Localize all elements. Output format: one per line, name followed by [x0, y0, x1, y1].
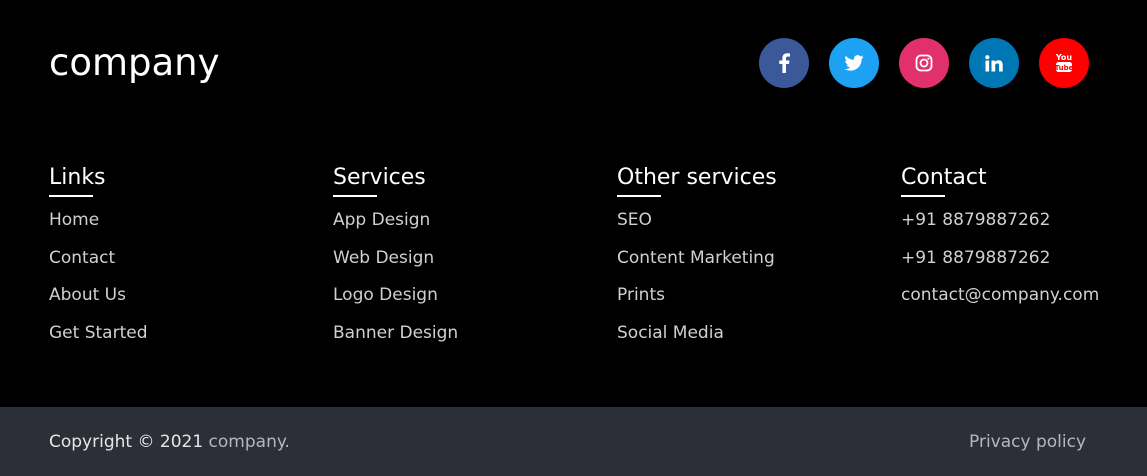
column-services: Services App Design Web Design Logo Desi…	[333, 164, 458, 360]
column-title: Contact	[901, 165, 987, 190]
column-title: Services	[333, 165, 426, 190]
contact-email[interactable]: contact@company.com	[901, 285, 1099, 305]
link-social-media[interactable]: Social Media	[617, 323, 724, 343]
title-underline	[333, 195, 377, 197]
link-web-design[interactable]: Web Design	[333, 248, 434, 268]
title-underline	[617, 195, 661, 197]
svg-text:Tube: Tube	[1055, 64, 1073, 72]
contact-phone-1[interactable]: +91 8879887262	[901, 210, 1050, 230]
brand-logo[interactable]: company	[49, 38, 220, 88]
title-underline	[49, 195, 93, 197]
column-other-services: Other services SEO Content Marketing Pri…	[617, 164, 777, 360]
link-contact[interactable]: Contact	[49, 248, 115, 268]
contact-phone-2[interactable]: +91 8879887262	[901, 248, 1050, 268]
link-logo-design[interactable]: Logo Design	[333, 285, 438, 305]
privacy-policy-link[interactable]: Privacy policy	[969, 432, 1086, 452]
footer-top: company You Tube Links Home Contact Abou…	[0, 0, 1147, 407]
youtube-button[interactable]: You Tube	[1039, 38, 1089, 88]
copyright-text: Copyright © 2021 company.	[49, 432, 290, 452]
column-title: Links	[49, 165, 106, 190]
copyright-prefix: Copyright © 2021	[49, 432, 209, 452]
youtube-icon: You Tube	[1055, 52, 1073, 74]
link-banner-design[interactable]: Banner Design	[333, 323, 458, 343]
column-title: Other services	[617, 165, 777, 190]
social-links: You Tube	[759, 38, 1089, 88]
twitter-icon	[844, 55, 864, 71]
instagram-icon	[915, 54, 933, 72]
footer-bottom-bar: Copyright © 2021 company. Privacy policy	[0, 407, 1147, 476]
copyright-brand-link[interactable]: company.	[209, 432, 290, 452]
instagram-button[interactable]	[899, 38, 949, 88]
link-content-marketing[interactable]: Content Marketing	[617, 248, 775, 268]
title-underline	[901, 195, 945, 197]
column-links: Links Home Contact About Us Get Started	[49, 164, 147, 360]
column-contact: Contact +91 8879887262 +91 8879887262 co…	[901, 164, 1099, 323]
linkedin-icon	[985, 54, 1003, 72]
twitter-button[interactable]	[829, 38, 879, 88]
facebook-button[interactable]	[759, 38, 809, 88]
linkedin-button[interactable]	[969, 38, 1019, 88]
svg-text:You: You	[1055, 53, 1072, 62]
link-seo[interactable]: SEO	[617, 210, 652, 230]
facebook-icon	[778, 53, 790, 73]
link-prints[interactable]: Prints	[617, 285, 665, 305]
link-get-started[interactable]: Get Started	[49, 323, 147, 343]
link-about-us[interactable]: About Us	[49, 285, 126, 305]
link-app-design[interactable]: App Design	[333, 210, 430, 230]
link-home[interactable]: Home	[49, 210, 99, 230]
